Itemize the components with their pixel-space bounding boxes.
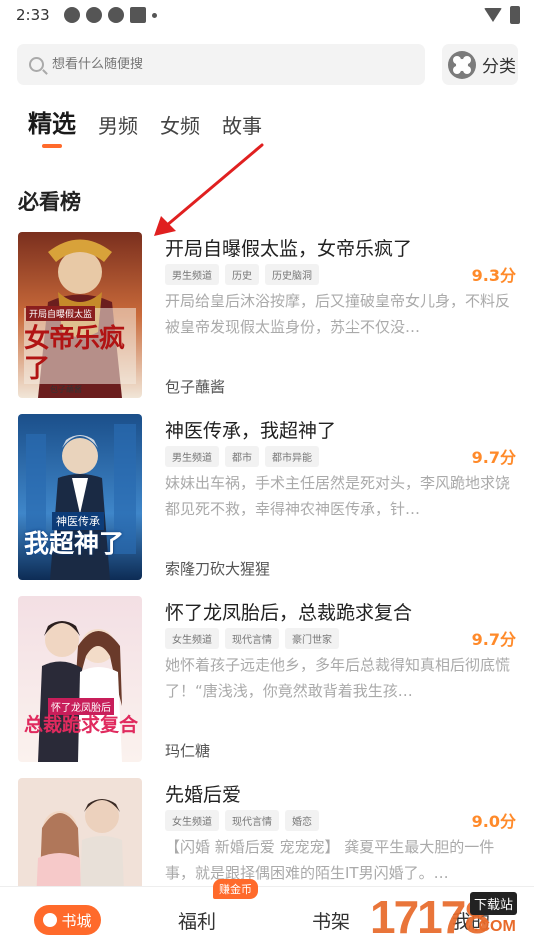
search-icon <box>29 57 44 72</box>
book-cover-image <box>18 778 142 886</box>
book-item[interactable]: 怀了龙凤胎后 总裁跪求复合 怀了龙凤胎后，总裁跪求复合 女生频道 现代言情 豪门… <box>0 596 534 764</box>
book-tag: 豪门世家 <box>285 628 339 649</box>
search-bar[interactable] <box>17 44 425 85</box>
book-score: 9.0分 <box>471 812 516 831</box>
tab-male[interactable]: 男频 <box>98 110 138 139</box>
tab-featured[interactable]: 精选 <box>28 104 76 148</box>
book-title[interactable]: 先婚后爱 <box>165 780 241 807</box>
wifi-icon <box>484 8 502 22</box>
book-title[interactable]: 开局自曝假太监，女帝乐疯了 <box>165 234 412 261</box>
cover-subtitle: 怀了龙凤胎后 <box>48 698 114 715</box>
battery-icon <box>510 6 520 24</box>
book-tag: 现代言情 <box>225 810 279 831</box>
book-author: 玛仁糖 <box>165 742 211 760</box>
book-cover[interactable]: 开局自曝假太监 女帝乐疯了 包子蘸酱 <box>18 232 142 398</box>
cover-subtitle: 神医传承 <box>52 512 104 530</box>
cover-author: 包子蘸酱 <box>50 385 82 394</box>
book-item[interactable]: 神医传承 我超神了 神医传承，我超神了 男生频道 都市 都市异能 9.7分 妹妹… <box>0 414 534 582</box>
section-title: 必看榜 <box>18 190 81 214</box>
book-description: 开局给皇后沐浴按摩，后又撞破皇帝女儿身，不料反被皇帝发现假太监身份，苏尘不仅没… <box>165 292 511 336</box>
bookstore-icon <box>43 913 58 927</box>
book-tags: 男生频道 都市 都市异能 <box>165 446 319 467</box>
book-cover[interactable]: 神医传承 我超神了 <box>18 414 142 580</box>
book-description: 【闪婚 新婚后爱 宠宠宠】 龚夏平生最大胆的一件事，就是跟择偶困难的陌生IT男闪… <box>165 838 495 882</box>
book-tag: 男生频道 <box>165 446 219 467</box>
book-tag: 婚恋 <box>285 810 319 831</box>
nav-welfare[interactable]: 福利 <box>178 907 216 934</box>
book-tag: 都市 <box>225 446 259 467</box>
book-score: 9.3分 <box>471 266 516 285</box>
book-tag: 女生频道 <box>165 628 219 649</box>
watermark-tag: 下载站 <box>470 892 518 915</box>
channel-tabs: 精选 男频 女频 故事 <box>28 104 284 148</box>
watermark-logo: 17178 下载站 .COM <box>370 880 534 950</box>
book-tags: 女生频道 现代言情 婚恋 <box>165 810 319 831</box>
status-system-icons <box>484 6 520 24</box>
book-tag: 都市异能 <box>265 446 319 467</box>
app-notification-icon <box>63 7 80 23</box>
book-title[interactable]: 怀了龙凤胎后，总裁跪求复合 <box>165 598 412 625</box>
nav-bookstore[interactable]: 书城 <box>34 905 101 935</box>
book-description: 妹妹出车祸，手术主任居然是死对头，李风跪地求饶都见死不救，幸得神农神医传承，针… <box>165 474 511 518</box>
status-bar: 2:33 <box>0 0 534 30</box>
more-notifications-icon <box>151 12 157 18</box>
cover-title: 女帝乐疯了 <box>24 324 125 384</box>
book-title[interactable]: 神医传承，我超神了 <box>165 416 336 443</box>
book-tag: 女生频道 <box>165 810 219 831</box>
watermark-domain: .COM <box>474 918 516 935</box>
status-time: 2:33 <box>16 6 50 24</box>
app-notification-icon <box>85 7 102 23</box>
book-tag: 男生频道 <box>165 264 219 285</box>
book-item[interactable]: 开局自曝假太监 女帝乐疯了 包子蘸酱 开局自曝假太监，女帝乐疯了 男生频道 历史… <box>0 232 534 400</box>
search-input[interactable] <box>52 57 392 72</box>
cover-title: 我超神了 <box>24 529 125 558</box>
status-notification-icons <box>63 7 157 23</box>
book-author: 索隆刀砍大猩猩 <box>165 560 271 578</box>
category-button[interactable]: 分类 <box>442 44 518 85</box>
book-tag: 现代言情 <box>225 628 279 649</box>
tab-female[interactable]: 女频 <box>160 110 200 139</box>
tab-story[interactable]: 故事 <box>222 110 262 139</box>
book-cover-image <box>18 596 142 762</box>
book-tag: 历史脑洞 <box>265 264 319 285</box>
category-label: 分类 <box>482 57 516 77</box>
book-cover[interactable] <box>18 778 142 886</box>
book-description: 她怀着孩子远走他乡，多年后总裁得知真相后彻底慌了！“唐浅浅，你竟然敢背着我生孩… <box>165 656 511 700</box>
tab-active-indicator <box>42 144 62 148</box>
cover-title: 总裁跪求复合 <box>24 714 139 736</box>
nav-bookstore-label: 书城 <box>61 911 92 930</box>
app-notification-icon <box>129 7 146 23</box>
book-author: 包子蘸酱 <box>165 378 226 396</box>
book-tags: 女生频道 现代言情 豪门世家 <box>165 628 339 649</box>
category-icon <box>448 50 476 79</box>
app-notification-icon <box>107 7 124 23</box>
book-tag: 历史 <box>225 264 259 285</box>
book-item[interactable]: 先婚后爱 女生频道 现代言情 婚恋 9.0分 【闪婚 新婚后爱 宠宠宠】 龚夏平… <box>0 778 534 886</box>
book-tags: 男生频道 历史 历史脑洞 <box>165 264 319 285</box>
book-cover[interactable]: 怀了龙凤胎后 总裁跪求复合 <box>18 596 142 762</box>
cover-subtitle: 开局自曝假太监 <box>26 306 96 321</box>
nav-bookshelf[interactable]: 书架 <box>312 907 350 934</box>
book-score: 9.7分 <box>471 630 516 649</box>
welfare-badge: 赚金币 <box>213 879 258 899</box>
book-score: 9.7分 <box>471 448 516 467</box>
